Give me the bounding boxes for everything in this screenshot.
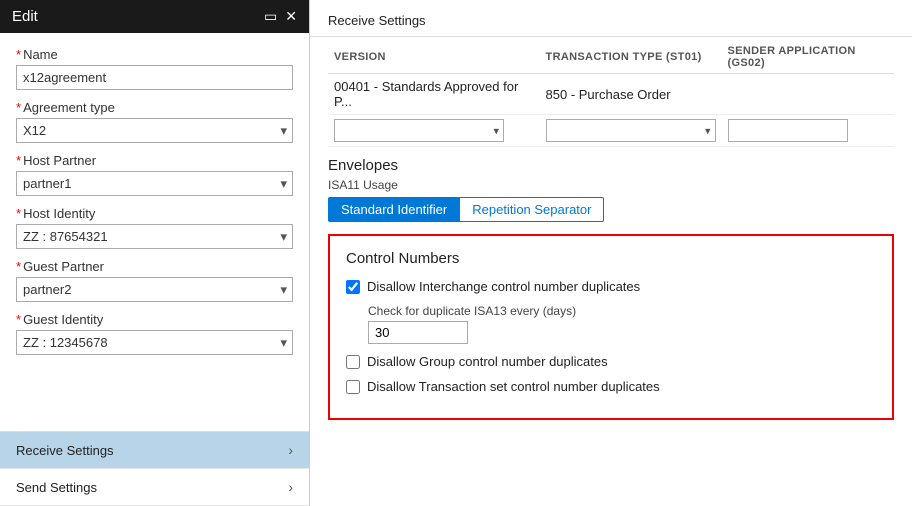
edit-title: Edit — [12, 8, 38, 25]
right-body: VERSION TRANSACTION TYPE (ST01) SENDER A… — [310, 37, 912, 506]
control-numbers-title: Control Numbers — [346, 250, 876, 267]
left-body: *Name *Agreement type X12 ▾ *Host Partne… — [0, 33, 309, 431]
days-input[interactable] — [368, 321, 468, 344]
transaction-type-select[interactable] — [546, 119, 716, 142]
guest-partner-select[interactable]: partner2 — [16, 277, 293, 302]
checkbox-group-row: Disallow Group control number duplicates — [346, 354, 876, 369]
checkbox-transaction-row: Disallow Transaction set control number … — [346, 379, 876, 394]
host-identity-field-group: *Host Identity ZZ : 87654321 ▾ — [16, 206, 293, 249]
receive-settings-label: Receive Settings — [16, 443, 114, 458]
sender-app-input[interactable] — [728, 119, 848, 142]
version-table: VERSION TRANSACTION TYPE (ST01) SENDER A… — [328, 37, 894, 147]
guest-identity-label: *Guest Identity — [16, 312, 293, 327]
guest-partner-label: *Guest Partner — [16, 259, 293, 274]
minimize-icon[interactable]: ▭ — [264, 8, 277, 25]
transaction-select-cell: ▾ — [540, 115, 722, 147]
name-label: *Name — [16, 47, 293, 62]
row-version: 00401 - Standards Approved for P... — [328, 74, 540, 115]
disallow-transaction-label: Disallow Transaction set control number … — [367, 379, 660, 394]
right-header: Receive Settings — [310, 0, 912, 37]
envelopes-section: Envelopes ISA11 Usage Standard Identifie… — [328, 157, 894, 222]
sender-app-input-cell — [722, 115, 894, 147]
transaction-type-select-wrap: ▾ — [546, 119, 716, 142]
repetition-separator-tab[interactable]: Repetition Separator — [460, 197, 604, 222]
standard-identifier-tab[interactable]: Standard Identifier — [328, 197, 460, 222]
host-partner-select[interactable]: partner1 — [16, 171, 293, 196]
control-numbers-box: Control Numbers Disallow Interchange con… — [328, 234, 894, 420]
host-partner-select-wrap: partner1 ▾ — [16, 171, 293, 196]
host-identity-label: *Host Identity — [16, 206, 293, 221]
name-input[interactable] — [16, 65, 293, 90]
row-sender-app — [722, 74, 894, 115]
left-header: Edit ▭ ✕ — [0, 0, 309, 33]
isa-btn-group: Standard Identifier Repetition Separator — [328, 197, 894, 222]
disallow-group-checkbox[interactable] — [346, 355, 360, 369]
agreement-type-select[interactable]: X12 — [16, 118, 293, 143]
col-transaction-type: TRANSACTION TYPE (ST01) — [540, 37, 722, 74]
host-identity-select[interactable]: ZZ : 87654321 — [16, 224, 293, 249]
name-field-group: *Name — [16, 47, 293, 90]
agreement-type-field-group: *Agreement type X12 ▾ — [16, 100, 293, 143]
host-partner-label: *Host Partner — [16, 153, 293, 168]
agreement-type-select-wrap: X12 ▾ — [16, 118, 293, 143]
row-transaction-type: 850 - Purchase Order — [540, 74, 722, 115]
envelopes-title: Envelopes — [328, 157, 894, 174]
isa-label: ISA11 Usage — [328, 178, 894, 192]
days-label: Check for duplicate ISA13 every (days) — [368, 304, 876, 318]
disallow-interchange-checkbox[interactable] — [346, 280, 360, 294]
left-panel: Edit ▭ ✕ *Name *Agreement type X12 ▾ — [0, 0, 310, 506]
guest-partner-select-wrap: partner2 ▾ — [16, 277, 293, 302]
disallow-group-label: Disallow Group control number duplicates — [367, 354, 608, 369]
right-title: Receive Settings — [328, 13, 426, 28]
right-panel: Receive Settings VERSION TRANSACTION TYP… — [310, 0, 912, 506]
version-select-cell: ▾ — [328, 115, 540, 147]
table-select-row: ▾ ▾ — [328, 115, 894, 147]
agreement-type-label: *Agreement type — [16, 100, 293, 115]
send-settings-label: Send Settings — [16, 480, 97, 495]
nav-receive-settings[interactable]: Receive Settings › — [0, 432, 309, 469]
days-group: Check for duplicate ISA13 every (days) — [368, 304, 876, 344]
guest-identity-select[interactable]: ZZ : 12345678 — [16, 330, 293, 355]
receive-settings-chevron-icon: › — [288, 442, 293, 458]
col-version: VERSION — [328, 37, 540, 74]
table-row: 00401 - Standards Approved for P... 850 … — [328, 74, 894, 115]
version-select[interactable] — [334, 119, 504, 142]
guest-identity-field-group: *Guest Identity ZZ : 12345678 ▾ — [16, 312, 293, 355]
send-settings-chevron-icon: › — [288, 479, 293, 495]
col-sender-app: SENDER APPLICATION (GS02) — [722, 37, 894, 74]
disallow-transaction-checkbox[interactable] — [346, 380, 360, 394]
checkbox-interchange-row: Disallow Interchange control number dupl… — [346, 279, 876, 294]
host-partner-field-group: *Host Partner partner1 ▾ — [16, 153, 293, 196]
left-nav: Receive Settings › Send Settings › — [0, 431, 309, 506]
close-icon[interactable]: ✕ — [285, 8, 297, 25]
nav-send-settings[interactable]: Send Settings › — [0, 469, 309, 506]
host-identity-select-wrap: ZZ : 87654321 ▾ — [16, 224, 293, 249]
guest-identity-select-wrap: ZZ : 12345678 ▾ — [16, 330, 293, 355]
disallow-interchange-label: Disallow Interchange control number dupl… — [367, 279, 640, 294]
guest-partner-field-group: *Guest Partner partner2 ▾ — [16, 259, 293, 302]
version-select-wrap: ▾ — [334, 119, 504, 142]
header-icons: ▭ ✕ — [264, 8, 297, 25]
